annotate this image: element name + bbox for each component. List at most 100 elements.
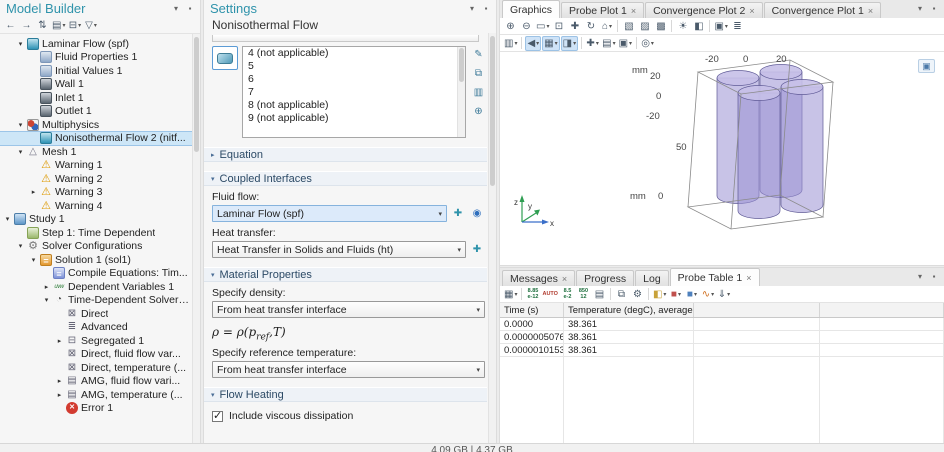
paste-selection-button[interactable]: ▥ bbox=[472, 86, 486, 100]
full-precision-button[interactable]: ▤ bbox=[592, 287, 607, 302]
selection-list-scrollbar[interactable] bbox=[457, 47, 465, 137]
view-yz-button[interactable]: ▨ bbox=[637, 19, 652, 34]
tree-item[interactable]: ⚠Warning 1 bbox=[0, 159, 200, 173]
copy-selection-button[interactable]: ⧉ bbox=[472, 67, 486, 81]
scene-settings-button[interactable]: ◎▾ bbox=[640, 36, 655, 51]
precision-dec-button[interactable]: 85012 bbox=[576, 287, 591, 302]
table-cell[interactable] bbox=[820, 318, 944, 330]
tree-item[interactable]: Inlet 1 bbox=[0, 91, 200, 105]
graphics-tab[interactable]: Probe Plot 1× bbox=[561, 2, 644, 18]
close-tab-icon[interactable]: × bbox=[749, 6, 754, 16]
zoom-to-selection-button[interactable]: ⊕ bbox=[472, 105, 486, 119]
tree-item[interactable]: ▸uvwDependent Variables 1 bbox=[0, 280, 200, 294]
tree-item[interactable]: ▸⊟Segregated 1 bbox=[0, 334, 200, 348]
tree-item[interactable]: ▸▤AMG, fluid flow vari... bbox=[0, 375, 200, 389]
3d-scene[interactable]: z y x bbox=[500, 52, 944, 261]
precision-auto-button[interactable]: AUTO bbox=[541, 287, 558, 302]
scene-light-button[interactable]: ☀ bbox=[675, 19, 690, 34]
expander-icon[interactable]: ▸ bbox=[28, 188, 39, 196]
expander-icon[interactable]: ▸ bbox=[41, 283, 52, 291]
add-plot-button[interactable]: ✚▾ bbox=[585, 36, 600, 51]
table-cell[interactable]: 0.0000 bbox=[500, 318, 564, 330]
panel-dock-icon[interactable] bbox=[928, 3, 940, 15]
table-cell[interactable] bbox=[820, 331, 944, 343]
highlight-cells-button[interactable]: ◧▾ bbox=[652, 287, 667, 302]
table-cell[interactable] bbox=[694, 344, 820, 356]
expander-icon[interactable]: ▾ bbox=[15, 242, 26, 250]
min-color-button[interactable]: ■▾ bbox=[684, 287, 699, 302]
tree-item[interactable]: Initial Values 1 bbox=[0, 64, 200, 78]
expander-icon[interactable]: ▾ bbox=[28, 256, 39, 264]
expander-icon[interactable]: ▾ bbox=[2, 215, 13, 223]
plot-in-button[interactable]: ▦▾ bbox=[542, 36, 559, 51]
heat-transfer-select[interactable]: Heat Transfer in Solids and Fluids (ht) … bbox=[212, 241, 466, 258]
section-material-properties[interactable]: Material Properties bbox=[204, 267, 487, 282]
results-tab[interactable]: Messages× bbox=[502, 270, 575, 286]
tree-item[interactable]: ▾Multiphysics bbox=[0, 118, 200, 132]
scrollbar-thumb[interactable] bbox=[459, 48, 464, 82]
results-tab[interactable]: Probe Table 1× bbox=[670, 268, 760, 286]
tree-item[interactable]: ≡Compile Equations: Tim... bbox=[0, 267, 200, 281]
tree-item[interactable]: ⚠Warning 4 bbox=[0, 199, 200, 213]
table-cell[interactable]: 38.361 bbox=[564, 331, 694, 343]
scrollbar-thumb[interactable] bbox=[194, 37, 199, 152]
view-zx-button[interactable]: ▩ bbox=[653, 19, 668, 34]
settings-scrollbar[interactable] bbox=[488, 33, 496, 443]
selection-list-item[interactable]: 9 (not applicable) bbox=[243, 112, 465, 125]
add-physics-button[interactable] bbox=[450, 206, 466, 222]
table-settings-button[interactable]: ⚙ bbox=[630, 287, 645, 302]
close-tab-icon[interactable]: × bbox=[562, 274, 567, 284]
back-button[interactable]: ← bbox=[3, 18, 18, 33]
table-cell[interactable]: 38.361 bbox=[564, 318, 694, 330]
max-color-button[interactable]: ■▾ bbox=[668, 287, 683, 302]
panel-dock-icon[interactable] bbox=[928, 271, 940, 283]
copy-table-button[interactable]: ⧉ bbox=[614, 287, 629, 302]
selection-list-item[interactable]: 6 bbox=[243, 73, 465, 86]
fluid-flow-select[interactable]: Laminar Flow (spf) ▾ bbox=[212, 205, 447, 222]
graphics-tab[interactable]: Graphics bbox=[502, 0, 560, 18]
column-header[interactable]: Time (s) bbox=[500, 303, 564, 317]
collapse-all-button[interactable]: ⊟▾ bbox=[67, 18, 82, 33]
viscous-dissipation-checkbox[interactable] bbox=[212, 411, 223, 422]
column-header[interactable]: Temperature (degC), average bbox=[564, 303, 694, 317]
column-header[interactable] bbox=[820, 303, 944, 317]
show-physics-button[interactable] bbox=[469, 206, 485, 222]
section-equation[interactable]: Equation bbox=[204, 147, 487, 162]
section-flow-heating[interactable]: Flow Heating bbox=[204, 387, 487, 402]
table-row[interactable]: 0.000038.361 bbox=[500, 318, 944, 331]
tree-item[interactable]: ▾◔Time-Dependent Solver ... bbox=[0, 294, 200, 308]
plot-group-button[interactable]: ▥▾ bbox=[503, 36, 518, 51]
tree-item[interactable]: ⊠Direct, temperature (... bbox=[0, 361, 200, 375]
tree-item[interactable]: ▾⚙Solver Configurations bbox=[0, 240, 200, 254]
table-row[interactable]: 0.000001015338.361 bbox=[500, 344, 944, 357]
panel-menu-icon[interactable] bbox=[466, 3, 478, 15]
selection-list-item[interactable]: 4 (not applicable) bbox=[243, 47, 465, 60]
tree-item[interactable]: ⚠Warning 2 bbox=[0, 172, 200, 186]
zoom-out-button[interactable]: ⊖ bbox=[519, 19, 534, 34]
graphics-canvas[interactable]: z y x mm-20020200-2050mm0 bbox=[500, 52, 944, 265]
panel-menu-icon[interactable] bbox=[914, 271, 926, 283]
expander-icon[interactable]: ▾ bbox=[15, 40, 26, 48]
geometry-cylinders[interactable] bbox=[717, 65, 823, 219]
precision-eng-button[interactable]: 8.5e-2 bbox=[560, 287, 575, 302]
panel-dock-icon[interactable] bbox=[480, 3, 492, 15]
tree-item[interactable]: ⊠Direct bbox=[0, 307, 200, 321]
selection-list-item[interactable]: 5 bbox=[243, 60, 465, 73]
view-xy-button[interactable]: ▧ bbox=[621, 19, 636, 34]
export-table-button[interactable]: ⇓▾ bbox=[716, 287, 731, 302]
column-header[interactable] bbox=[694, 303, 820, 317]
zoom-box-button[interactable]: ▭▾ bbox=[535, 19, 550, 34]
table-cell[interactable]: 38.361 bbox=[564, 344, 694, 356]
tree-item[interactable]: Step 1: Time Dependent bbox=[0, 226, 200, 240]
panel-menu-icon[interactable] bbox=[170, 3, 182, 15]
table-cell[interactable] bbox=[694, 318, 820, 330]
graphics-tab[interactable]: Convergence Plot 1× bbox=[764, 2, 882, 18]
tree-item[interactable]: ▾Study 1 bbox=[0, 213, 200, 227]
forward-button[interactable]: → bbox=[19, 18, 34, 33]
model-tree-filter-button[interactable]: ▽▾ bbox=[83, 18, 98, 33]
table-cell[interactable] bbox=[820, 344, 944, 356]
expander-icon[interactable]: ▾ bbox=[41, 296, 52, 304]
new-selection-button[interactable]: ✎ bbox=[472, 48, 486, 62]
table-cell[interactable]: 0.0000010153 bbox=[500, 344, 564, 356]
tree-item[interactable]: ▾Laminar Flow (spf) bbox=[0, 37, 200, 51]
